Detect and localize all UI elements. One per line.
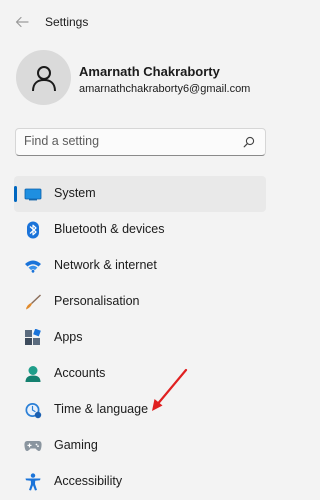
sidebar-item-apps[interactable]: Apps bbox=[14, 320, 266, 356]
sidebar-item-label: System bbox=[54, 186, 96, 200]
sidebar-item-accessibility[interactable]: Accessibility bbox=[14, 464, 266, 500]
sidebar-item-label: Time & language bbox=[54, 402, 149, 416]
back-arrow-icon bbox=[15, 16, 29, 28]
sidebar-item-label: Network & internet bbox=[54, 258, 157, 272]
gaming-icon bbox=[24, 437, 42, 455]
apps-icon bbox=[24, 329, 42, 347]
sidebar-item-network[interactable]: Network & internet bbox=[14, 248, 266, 284]
bluetooth-icon bbox=[24, 221, 42, 239]
title-bar: Settings bbox=[0, 0, 294, 44]
brush-icon bbox=[24, 293, 42, 311]
back-button[interactable] bbox=[12, 12, 32, 32]
user-email: amarnathchakraborty6@gmail.com bbox=[79, 83, 251, 95]
user-name: Amarnath Chakraborty bbox=[79, 64, 220, 79]
sidebar-item-system[interactable]: System bbox=[14, 176, 266, 212]
search-input[interactable] bbox=[24, 134, 224, 148]
system-icon bbox=[24, 185, 42, 203]
user-profile[interactable]: Amarnath Chakraborty amarnathchakraborty… bbox=[14, 48, 294, 108]
sidebar-item-label: Accounts bbox=[54, 366, 106, 380]
search-icon[interactable] bbox=[243, 136, 255, 148]
sidebar-item-label: Bluetooth & devices bbox=[54, 222, 165, 236]
user-icon bbox=[31, 65, 56, 91]
accessibility-icon bbox=[24, 473, 42, 491]
time-language-icon bbox=[24, 401, 42, 419]
accounts-icon bbox=[24, 365, 42, 383]
sidebar-item-label: Gaming bbox=[54, 438, 98, 452]
sidebar-item-label: Personalisation bbox=[54, 294, 140, 308]
sidebar-item-personalisation[interactable]: Personalisation bbox=[14, 284, 266, 320]
sidebar-item-accounts[interactable]: Accounts bbox=[14, 356, 266, 392]
annotation-arrow bbox=[152, 368, 188, 411]
sidebar-item-bluetooth[interactable]: Bluetooth & devices bbox=[14, 212, 266, 248]
sidebar-item-label: Accessibility bbox=[54, 474, 123, 488]
avatar[interactable] bbox=[16, 50, 71, 105]
search-box[interactable] bbox=[15, 128, 266, 156]
sidebar-item-gaming[interactable]: Gaming bbox=[14, 428, 266, 464]
sidebar-item-time-language[interactable]: Time & language bbox=[14, 392, 266, 428]
wifi-icon bbox=[24, 257, 42, 275]
window-title: Settings bbox=[45, 15, 89, 29]
sidebar-nav: System Bluetooth & devices Network & int… bbox=[14, 176, 280, 500]
selection-indicator bbox=[14, 186, 17, 202]
sidebar-item-label: Apps bbox=[54, 330, 83, 344]
